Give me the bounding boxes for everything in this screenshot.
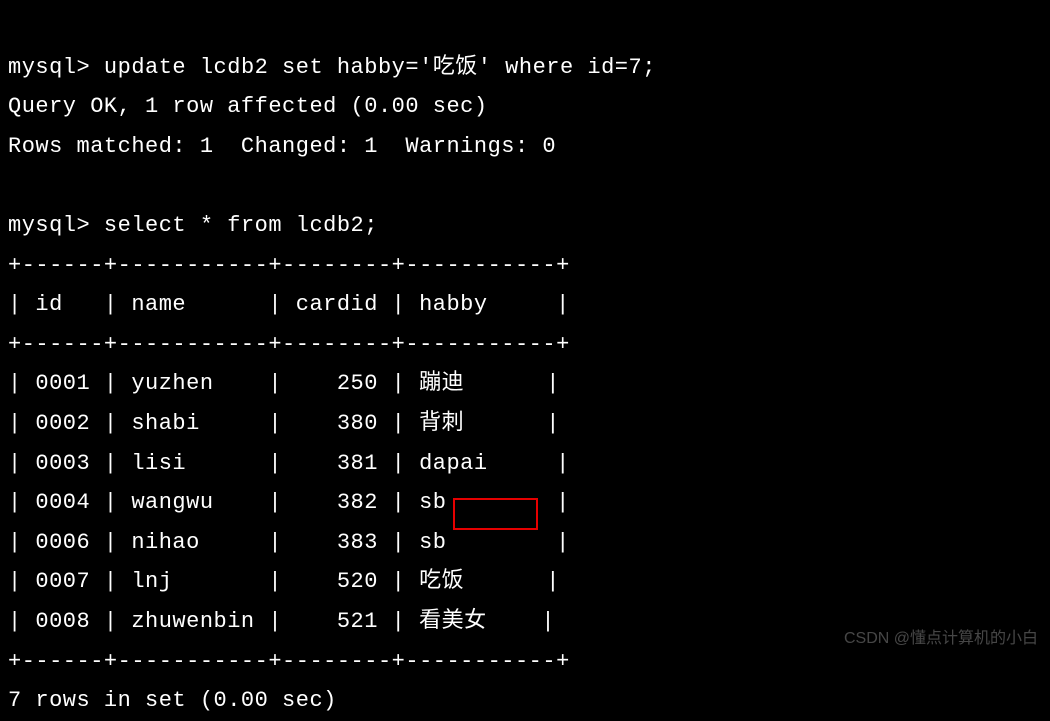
prompt: mysql> [8,213,90,238]
table-header: | id | name | cardid | habby | [8,292,570,317]
table-row: | 0001 | yuzhen | 250 | 蹦迪 | [8,371,560,396]
rows-matched-line: Rows matched: 1 Changed: 1 Warnings: 0 [8,134,556,159]
table-row: | 0004 | wangwu | 382 | sb | [8,490,570,515]
prompt: mysql> [8,55,90,80]
query-ok-line: Query OK, 1 row affected (0.00 sec) [8,94,488,119]
table-row: | 0003 | lisi | 381 | dapai | [8,451,570,476]
result-footer: 7 rows in set (0.00 sec) [8,688,337,713]
table-border: +------+-----------+--------+-----------… [8,253,570,278]
table-row: | 0007 | lnj | 520 | 吃饭 | [8,569,560,594]
select-command: select * from lcdb2; [104,213,378,238]
terminal-output: mysql> update lcdb2 set habby='吃饭' where… [8,8,1042,721]
table-border: +------+-----------+--------+-----------… [8,332,570,357]
watermark: CSDN @懂点计算机的小白 [844,625,1038,654]
update-command: update lcdb2 set habby='吃饭' where id=7; [104,55,656,80]
table-row: | 0006 | nihao | 383 | sb | [8,530,570,555]
table-row: | 0002 | shabi | 380 | 背刺 | [8,411,560,436]
table-row: | 0008 | zhuwenbin | 521 | 看美女 | [8,609,555,634]
table-border: +------+-----------+--------+-----------… [8,649,570,674]
